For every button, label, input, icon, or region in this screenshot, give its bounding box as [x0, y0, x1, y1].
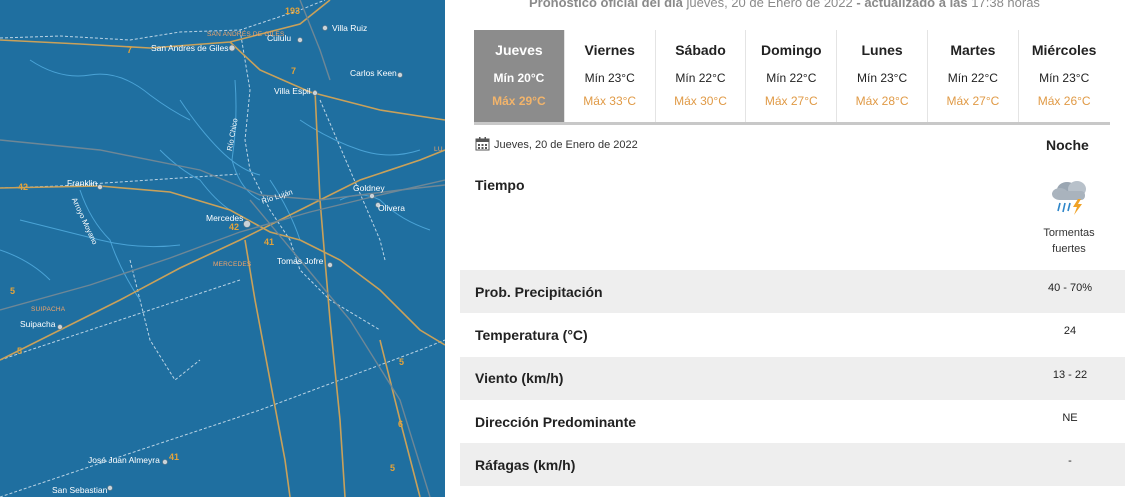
detail-date: Jueves, 20 de Enero de 2022	[494, 139, 638, 151]
day-min-temp: Mín 23°C	[857, 71, 908, 85]
day-tab-lunes[interactable]: Lunes Mín 23°C Máx 28°C	[837, 30, 928, 122]
map-city-label: San Sebastian	[52, 485, 108, 495]
day-max-temp: Máx 27°C	[946, 94, 1000, 108]
detail-row-gusts: Ráfagas (km/h) -	[460, 443, 1125, 487]
detail-date-row: Jueves, 20 de Enero de 2022	[475, 136, 638, 154]
map-city-label: Carlos Keen	[350, 68, 397, 78]
day-max-temp: Máx 26°C	[1037, 94, 1091, 108]
day-name: Sábado	[675, 42, 726, 58]
day-min-temp: Mín 22°C	[675, 71, 726, 85]
headline-date: jueves, 20 de Enero de 2022	[686, 0, 853, 10]
map-city-label: Villa Espil	[274, 86, 311, 96]
map-region-label: LU	[434, 146, 443, 153]
row-label: Ráfagas (km/h)	[475, 456, 576, 473]
map-route-label: 5	[10, 286, 16, 296]
map-route-label: 5	[399, 357, 405, 367]
map-route-label: 42	[18, 182, 29, 192]
day-name: Jueves	[495, 42, 543, 58]
detail-row-temperature: Temperatura (°C) 24	[460, 313, 1125, 356]
day-max-temp: Máx 28°C	[855, 94, 909, 108]
map-city-label: Suipacha	[20, 319, 56, 329]
headline-prefix: Pronóstico oficial del día	[529, 0, 683, 10]
map-city-label: Tomas Jofre	[277, 256, 324, 266]
map-route-label: 193	[285, 6, 301, 16]
row-label: Viento (km/h)	[475, 370, 564, 387]
map-city-label: Olivera	[378, 203, 405, 213]
map-region-label: MERCEDES	[213, 261, 252, 268]
row-label: Dirección Predominante	[475, 413, 637, 430]
forecast-detail-table: Prob. Precipitación 40 - 70% Temperatura…	[460, 270, 1125, 487]
weather-description-line: fuertes	[1052, 243, 1086, 255]
day-min-temp: Mín 20°C	[493, 71, 545, 85]
map-route-label: 7	[127, 45, 133, 55]
weather-description: Tormentas fuertes	[1032, 225, 1106, 257]
day-name: Lunes	[861, 42, 903, 58]
map-route-label: 5	[17, 346, 23, 356]
row-label: Temperatura (°C)	[475, 326, 588, 343]
day-tabs: Jueves Mín 20°C Máx 29°C Viernes Mín 23°…	[474, 30, 1110, 125]
day-min-temp: Mín 23°C	[1039, 71, 1090, 85]
weather-description-line: Tormentas	[1043, 227, 1095, 239]
day-name: Viernes	[584, 42, 635, 58]
day-max-temp: Máx 29°C	[492, 94, 546, 108]
weather-condition: Tormentas fuertes	[1032, 176, 1106, 257]
map-route-label: 42	[229, 222, 240, 232]
map-city-label: Goldney	[353, 183, 385, 193]
day-tab-sabado[interactable]: Sábado Mín 22°C Máx 30°C	[656, 30, 747, 122]
storm-cloud-icon	[1047, 181, 1091, 220]
map-route-label: 5	[390, 463, 396, 473]
map-city-label: Villa Ruiz	[332, 23, 368, 33]
headline-updated: - actualizado a las	[856, 0, 968, 10]
detail-row-wind-direction: Dirección Predominante NE	[460, 400, 1125, 443]
period-title: Noche	[1046, 137, 1089, 153]
forecast-panel: Pronóstico oficial del día jueves, 20 de…	[445, 0, 1147, 497]
day-tab-jueves[interactable]: Jueves Mín 20°C Máx 29°C	[474, 30, 565, 122]
day-max-temp: Máx 33°C	[583, 94, 637, 108]
calendar-icon	[475, 136, 490, 154]
headline-time: 17:38 horas	[971, 0, 1040, 10]
weather-label: Tiempo	[475, 177, 525, 193]
row-value: 40 - 70%	[1047, 282, 1093, 294]
row-value: NE	[1062, 411, 1078, 424]
day-tab-viernes[interactable]: Viernes Mín 23°C Máx 33°C	[565, 30, 656, 122]
day-max-temp: Máx 27°C	[764, 94, 818, 108]
day-name: Martes	[950, 42, 996, 58]
row-value: 13 - 22	[1052, 368, 1088, 381]
map-city-label: Franklin	[67, 178, 98, 188]
forecast-map[interactable]: Villa Ruiz Cululu San Andres de Giles Ca…	[0, 0, 445, 497]
detail-row-precipitation: Prob. Precipitación 40 - 70%	[460, 270, 1125, 314]
detail-row-wind: Viento (km/h) 13 - 22	[460, 356, 1125, 400]
day-name: Domingo	[760, 42, 822, 58]
map-city-label: San Andres de Giles	[151, 43, 229, 53]
forecast-headline: Pronóstico oficial del día jueves, 20 de…	[529, 0, 1040, 10]
map-city-label: José Juan Almeyra	[88, 455, 160, 465]
day-min-temp: Mín 22°C	[766, 71, 817, 85]
row-value: -	[1068, 455, 1072, 468]
map-route-label: 6	[398, 419, 404, 429]
day-min-temp: Mín 23°C	[584, 71, 635, 85]
map-region-label: SUIPACHA	[31, 306, 66, 313]
row-label: Prob. Precipitación	[475, 283, 603, 300]
map-route-label: 7	[291, 66, 297, 76]
day-min-temp: Mín 22°C	[947, 71, 998, 85]
row-value: 24	[1063, 325, 1077, 338]
day-tab-domingo[interactable]: Domingo Mín 22°C Máx 27°C	[746, 30, 838, 122]
map-route-label: 41	[264, 237, 275, 247]
day-tab-martes[interactable]: Martes Mín 22°C Máx 27°C	[928, 30, 1019, 122]
day-max-temp: Máx 30°C	[674, 94, 727, 108]
day-name: Miércoles	[1031, 42, 1097, 58]
day-tab-miercoles[interactable]: Miércoles Mín 23°C Máx 26°C	[1019, 30, 1110, 122]
map-route-label: 41	[169, 452, 180, 462]
map-region-label: SAN ANDRÉS DE GILES	[207, 31, 285, 38]
